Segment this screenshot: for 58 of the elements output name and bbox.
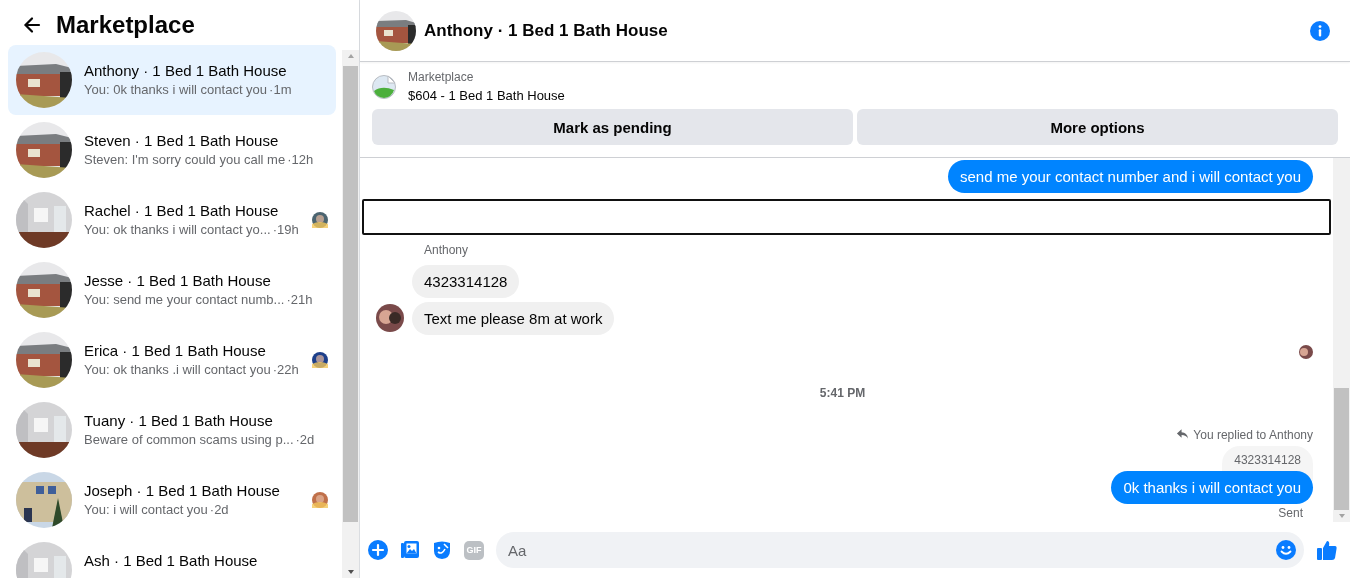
conversation-item[interactable]: Ash · 1 Bed 1 Bath House bbox=[8, 535, 336, 578]
conversation-item[interactable]: Joseph · 1 Bed 1 Bath House You: i will contact you·2d bbox=[8, 465, 336, 535]
action-button[interactable]: More options bbox=[857, 109, 1338, 145]
sticker-icon[interactable] bbox=[432, 540, 452, 560]
message-preview: Steven: I'm sorry could you call me bbox=[84, 152, 286, 168]
emoji-icon[interactable] bbox=[1276, 540, 1296, 560]
image-icon bbox=[372, 74, 396, 99]
conversation-item[interactable]: Rachel · 1 Bed 1 Bath House You: ok thanks i will contact yo...·19h bbox=[8, 185, 336, 255]
outgoing-message: 0k thanks i will contact you bbox=[1111, 471, 1313, 504]
conversation-title: Steven · 1 Bed 1 Bath House bbox=[84, 132, 280, 150]
message-time: ·2d bbox=[209, 502, 229, 518]
action-button[interactable]: Mark as pending bbox=[372, 109, 853, 145]
message-preview: You: send me your contact numb... bbox=[84, 292, 285, 308]
message-time: ·2d bbox=[295, 432, 315, 448]
message-preview: You: ok thanks i will contact yo... bbox=[84, 222, 271, 238]
conversation-title: Joseph · 1 Bed 1 Bath House bbox=[84, 482, 281, 500]
incoming-message: Text me please 8m at work bbox=[412, 302, 615, 335]
sidebar-title: Marketplace bbox=[56, 11, 195, 39]
message-time: ·19h bbox=[272, 222, 299, 238]
message-time: ·22h bbox=[272, 362, 299, 378]
message-preview: You: ok thanks .i will contact you bbox=[84, 362, 271, 378]
message-time: ·1m bbox=[269, 82, 292, 98]
conversation-item[interactable]: Jesse · 1 Bed 1 Bath House You: send me your contact numb...·21h bbox=[8, 255, 336, 325]
scroll-up-arrow-icon[interactable] bbox=[347, 54, 354, 58]
timestamp: 5:41 PM bbox=[819, 386, 866, 400]
reply-icon bbox=[1176, 428, 1190, 440]
reply-note: You replied to Anthony bbox=[1193, 428, 1313, 442]
conversation-title: Anthony · 1 Bed 1 Bath House bbox=[84, 62, 288, 80]
photo-icon[interactable] bbox=[400, 540, 420, 560]
conversation-item[interactable]: Steven · 1 Bed 1 Bath House Steven: I'm sorry could you call me·12h bbox=[8, 115, 336, 185]
listing-source: Marketplace bbox=[408, 70, 475, 84]
conversation-title: Erica · 1 Bed 1 Bath House bbox=[84, 342, 267, 360]
conversation-title: Ash · 1 Bed 1 Bath House bbox=[84, 552, 259, 570]
message-preview: Beware of common scams using p... bbox=[84, 432, 294, 448]
scrollbar[interactable] bbox=[1333, 158, 1350, 522]
info-icon[interactable] bbox=[1310, 20, 1330, 41]
add-icon[interactable] bbox=[368, 540, 388, 560]
message-preview: You: 0k thanks i will contact you bbox=[84, 82, 268, 98]
scrollbar[interactable] bbox=[342, 50, 359, 578]
conversation-title: Tuany · 1 Bed 1 Bath House bbox=[84, 412, 274, 430]
conversation-item[interactable]: Anthony · 1 Bed 1 Bath House You: 0k thanks i will contact you·1m bbox=[8, 45, 336, 115]
message-time: ·12h bbox=[287, 152, 314, 168]
incoming-message: 4323314128 bbox=[412, 265, 520, 298]
back-arrow-icon[interactable] bbox=[22, 15, 42, 35]
conversation-title: Jesse · 1 Bed 1 Bath House bbox=[84, 272, 272, 290]
message-input[interactable]: Aa bbox=[496, 532, 1304, 568]
sender-name: Anthony bbox=[424, 243, 470, 257]
outgoing-message: send me your contact number and i will contact you bbox=[948, 160, 1313, 193]
message-time: ·21h bbox=[286, 292, 313, 308]
delivery-status: Sent bbox=[1278, 506, 1304, 520]
chat-title: Anthony · 1 Bed 1 Bath House bbox=[424, 20, 669, 41]
conversation-item[interactable]: Erica · 1 Bed 1 Bath House You: ok thanks .i will contact you·22h bbox=[8, 325, 336, 395]
scroll-down-arrow-icon[interactable] bbox=[347, 570, 354, 574]
conversation-item[interactable]: Tuany · 1 Bed 1 Bath House Beware of common scams using p...·2d bbox=[8, 395, 336, 465]
conversation-title: Rachel · 1 Bed 1 Bath House bbox=[84, 202, 280, 220]
thumbs-up-icon[interactable] bbox=[1316, 539, 1338, 561]
message-preview: You: i will contact you bbox=[84, 502, 208, 518]
listing-name[interactable]: $604 - 1 Bed 1 Bath House bbox=[408, 88, 565, 103]
